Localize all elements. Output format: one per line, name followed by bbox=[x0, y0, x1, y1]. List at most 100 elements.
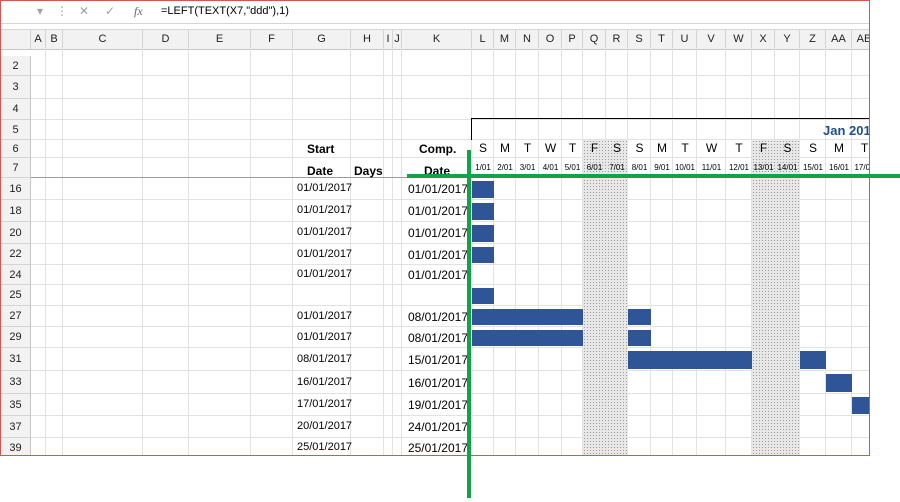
start-date-cell[interactable]: 08/01/2017 bbox=[297, 353, 352, 365]
column-header-z[interactable]: Z bbox=[800, 30, 826, 49]
gantt-bar[interactable] bbox=[628, 330, 651, 346]
gantt-bar[interactable] bbox=[562, 330, 583, 346]
gantt-bar[interactable] bbox=[539, 330, 562, 346]
column-header-q[interactable]: Q bbox=[583, 30, 606, 49]
gantt-bar[interactable] bbox=[472, 225, 494, 242]
column-header-u[interactable]: U bbox=[673, 30, 697, 49]
column-header-l[interactable]: L bbox=[472, 30, 494, 49]
comp-date-cell[interactable]: 01/01/2017 bbox=[408, 226, 468, 240]
cancel-icon[interactable]: ✕ bbox=[79, 4, 89, 18]
gantt-bar[interactable] bbox=[539, 309, 562, 325]
gantt-bar[interactable] bbox=[516, 309, 539, 325]
row-header-31[interactable]: 31 bbox=[1, 348, 31, 371]
start-date-cell[interactable]: 17/01/2017 bbox=[297, 398, 352, 410]
row-header-27[interactable]: 27 bbox=[1, 306, 31, 327]
column-header-o[interactable]: O bbox=[539, 30, 562, 49]
column-header-m[interactable]: M bbox=[494, 30, 516, 49]
gantt-bar[interactable] bbox=[673, 351, 697, 369]
comp-date-cell[interactable]: 08/01/2017 bbox=[408, 331, 468, 345]
namebox-dropdown-icon[interactable]: ▾ bbox=[37, 4, 43, 18]
fx-icon[interactable]: fx bbox=[134, 4, 143, 19]
formula-input[interactable]: =LEFT(TEXT(X7,"ddd"),1) bbox=[161, 5, 289, 17]
column-header-s[interactable]: S bbox=[628, 30, 651, 49]
start-date-cell[interactable]: 01/01/2017 bbox=[297, 310, 352, 322]
start-date-cell[interactable]: 01/01/2017 bbox=[297, 182, 352, 194]
comp-date-cell[interactable]: 01/01/2017 bbox=[408, 248, 468, 262]
gantt-bar[interactable] bbox=[472, 203, 494, 220]
start-date-cell[interactable]: 20/01/2017 bbox=[297, 420, 352, 432]
comp-date-cell[interactable]: 01/01/2017 bbox=[408, 204, 468, 218]
comp-date-cell[interactable]: 24/01/2017 bbox=[408, 420, 468, 434]
gantt-bar[interactable] bbox=[726, 351, 752, 369]
comp-date-cell[interactable]: 19/01/2017 bbox=[408, 398, 468, 412]
row-header-39[interactable]: 39 bbox=[1, 438, 31, 455]
comp-date-cell[interactable]: 01/01/2017 bbox=[408, 182, 468, 196]
row-header-2[interactable]: 2 bbox=[1, 56, 31, 76]
row-header-35[interactable]: 35 bbox=[1, 394, 31, 416]
row-header-20[interactable]: 20 bbox=[1, 222, 31, 244]
gantt-bar[interactable] bbox=[562, 309, 583, 325]
column-header-b[interactable]: B bbox=[46, 30, 63, 49]
column-header-p[interactable]: P bbox=[562, 30, 583, 49]
row-header-22[interactable]: 22 bbox=[1, 244, 31, 265]
row-header-3[interactable]: 3 bbox=[1, 76, 31, 99]
column-header-g[interactable]: G bbox=[293, 30, 351, 49]
gantt-bar[interactable] bbox=[472, 330, 494, 346]
enter-icon[interactable]: ✓ bbox=[105, 4, 115, 18]
row-header-37[interactable]: 37 bbox=[1, 416, 31, 438]
start-date-cell[interactable]: 01/01/2017 bbox=[297, 331, 352, 343]
comp-date-cell[interactable]: 25/01/2017 bbox=[408, 441, 468, 455]
column-header-n[interactable]: N bbox=[516, 30, 539, 49]
comp-date-cell[interactable]: 16/01/2017 bbox=[408, 376, 468, 390]
gantt-bar[interactable] bbox=[472, 288, 494, 304]
column-header-aa[interactable]: AA bbox=[826, 30, 852, 49]
column-header-i[interactable]: I bbox=[384, 30, 393, 49]
column-header-v[interactable]: V bbox=[697, 30, 726, 49]
gantt-bar[interactable] bbox=[472, 309, 494, 325]
start-date-cell[interactable]: 01/01/2017 bbox=[297, 204, 352, 216]
column-header-f[interactable]: F bbox=[251, 30, 293, 49]
start-date-cell[interactable]: 16/01/2017 bbox=[297, 376, 352, 388]
column-header-y[interactable]: Y bbox=[775, 30, 800, 49]
gantt-bar[interactable] bbox=[852, 397, 869, 414]
row-header-25[interactable]: 25 bbox=[1, 285, 31, 306]
column-header-r[interactable]: R bbox=[606, 30, 628, 49]
column-header-c[interactable]: C bbox=[63, 30, 143, 49]
gantt-bar[interactable] bbox=[628, 309, 651, 325]
start-date-cell[interactable]: 01/01/2017 bbox=[297, 248, 352, 260]
select-all-corner[interactable] bbox=[1, 30, 31, 49]
gantt-bar[interactable] bbox=[472, 247, 494, 263]
comp-date-cell[interactable]: 08/01/2017 bbox=[408, 310, 468, 324]
gantt-bar[interactable] bbox=[651, 351, 673, 369]
gantt-bar[interactable] bbox=[494, 309, 516, 325]
column-header-h[interactable]: H bbox=[351, 30, 384, 49]
gantt-bar[interactable] bbox=[516, 330, 539, 346]
gantt-bar[interactable] bbox=[628, 351, 651, 369]
row-header-5[interactable]: 5 bbox=[1, 120, 31, 140]
comp-date-cell[interactable]: 15/01/2017 bbox=[408, 353, 468, 367]
row-header-6[interactable]: 6 bbox=[1, 140, 31, 158]
column-header-e[interactable]: E bbox=[189, 30, 251, 49]
column-header-d[interactable]: D bbox=[143, 30, 189, 49]
column-header-t[interactable]: T bbox=[651, 30, 673, 49]
row-header-16[interactable]: 16 bbox=[1, 178, 31, 200]
row-header-29[interactable]: 29 bbox=[1, 327, 31, 348]
gantt-bar[interactable] bbox=[472, 181, 494, 198]
row-header-4[interactable]: 4 bbox=[1, 99, 31, 120]
start-date-cell[interactable]: 01/01/2017 bbox=[297, 226, 352, 238]
column-header-j[interactable]: J bbox=[393, 30, 402, 49]
column-header-a[interactable]: A bbox=[31, 30, 46, 49]
column-header-x[interactable]: X bbox=[752, 30, 775, 49]
row-header-33[interactable]: 33 bbox=[1, 371, 31, 394]
gantt-bar[interactable] bbox=[826, 374, 852, 392]
start-date-cell[interactable]: 25/01/2017 bbox=[297, 441, 352, 453]
column-header-w[interactable]: W bbox=[726, 30, 752, 49]
start-date-cell[interactable]: 01/01/2017 bbox=[297, 268, 352, 280]
gantt-bar[interactable] bbox=[494, 330, 516, 346]
comp-date-cell[interactable]: 01/01/2017 bbox=[408, 268, 468, 282]
row-header-18[interactable]: 18 bbox=[1, 200, 31, 222]
row-header-7[interactable]: 7 bbox=[1, 158, 31, 178]
gantt-bar[interactable] bbox=[697, 351, 726, 369]
column-header-ab[interactable]: AB bbox=[852, 30, 869, 49]
row-header-24[interactable]: 24 bbox=[1, 265, 31, 285]
